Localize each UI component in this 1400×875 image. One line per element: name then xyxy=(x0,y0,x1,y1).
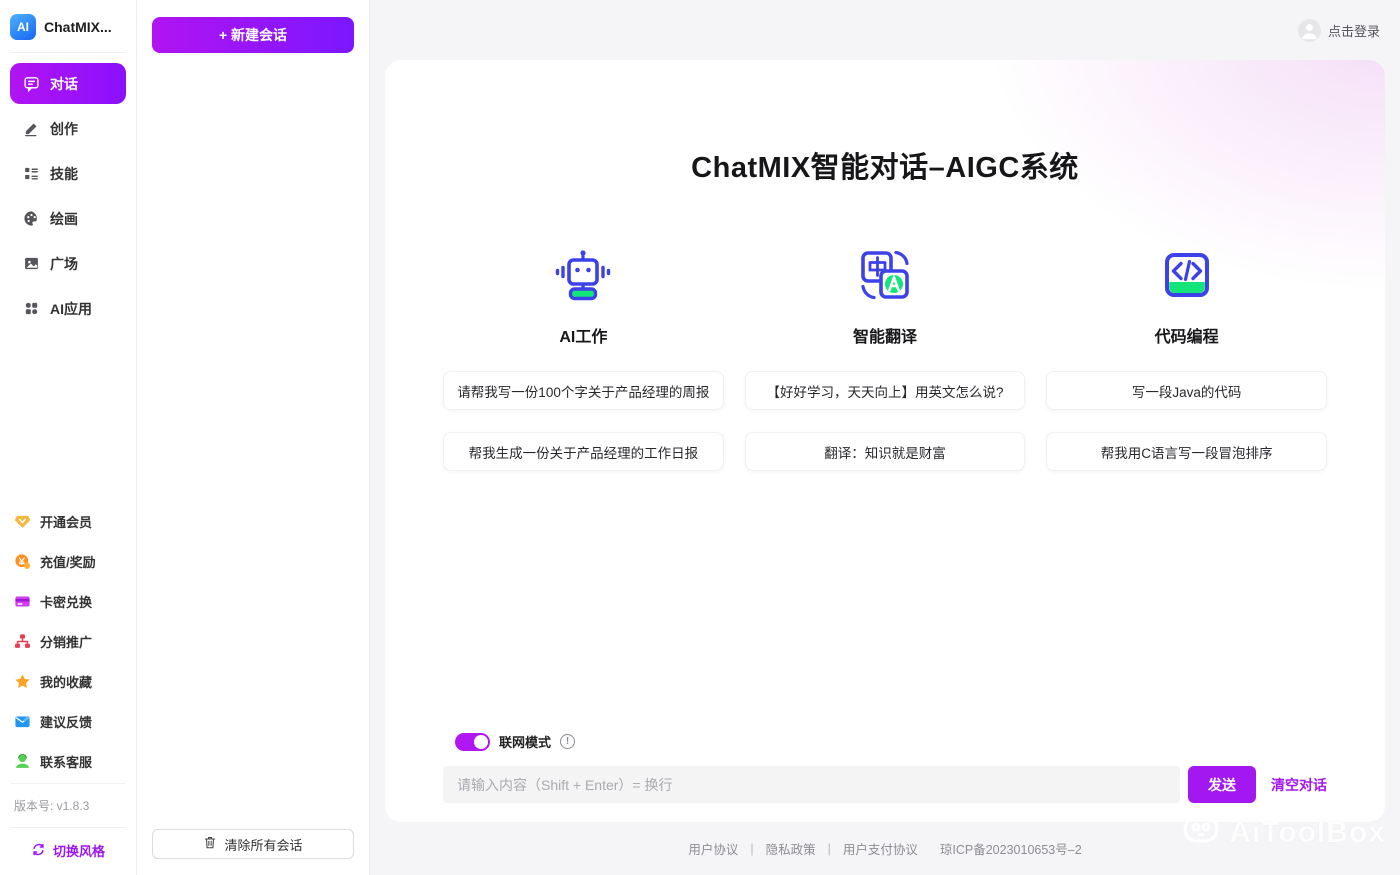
footer-link-user-agreement[interactable]: 用户协议 xyxy=(688,839,738,858)
send-button[interactable]: 发送 xyxy=(1188,766,1256,803)
gallery-icon xyxy=(22,255,40,273)
sidebar: AI ChatMIX... 对话 创作 技能 绘画 广场 AI应用 开通会员 充… xyxy=(0,0,137,875)
main-nav: 对话 创作 技能 绘画 广场 AI应用 xyxy=(0,53,136,339)
support-agent-icon xyxy=(14,753,31,770)
feature-ai-work: AI工作 请帮我写一份100个字关于产品经理的周报 帮我生成一份关于产品经理的工… xyxy=(443,248,724,493)
vip-diamond-icon xyxy=(14,513,31,530)
sidebar-item-card-redeem[interactable]: 卡密兑换 xyxy=(0,581,136,621)
secondary-nav: 开通会员 充值/奖励 卡密兑换 分销推广 我的收藏 建议反馈 联系客服 xyxy=(0,497,136,783)
main-area: 点击登录 ChatMIX智能对话–AIGC系统 AI工作 请帮我写一份100个字… xyxy=(370,0,1400,875)
page-title: ChatMIX智能对话–AIGC系统 xyxy=(691,152,1079,184)
sidebar-item-affiliate[interactable]: 分销推广 xyxy=(0,621,136,661)
network-mode-label: 联网模式 xyxy=(499,735,552,750)
sidebar-item-painting[interactable]: 绘画 xyxy=(10,198,126,239)
brand: AI ChatMIX... xyxy=(0,8,136,52)
sidebar-item-skills[interactable]: 技能 xyxy=(10,153,126,194)
suggestion-button[interactable]: 帮我生成一份关于产品经理的工作日报 xyxy=(443,432,724,471)
nav-label: AI应用 xyxy=(50,300,92,317)
suggestion-button[interactable]: 写一段Java的代码 xyxy=(1046,371,1327,410)
footer-separator: | xyxy=(827,841,831,856)
trash-icon xyxy=(203,835,217,853)
feature-label: 智能翻译 xyxy=(852,329,917,346)
suggestion-button[interactable]: 帮我用C语言写一段冒泡排序 xyxy=(1046,432,1327,471)
sidebar-item-favorites[interactable]: 我的收藏 xyxy=(0,661,136,701)
sidebar-item-membership[interactable]: 开通会员 xyxy=(0,501,136,541)
star-icon xyxy=(14,673,31,690)
version-label: 版本号: v1.8.3 xyxy=(14,799,90,813)
login-button[interactable]: 点击登录 xyxy=(1297,18,1380,42)
chat-welcome-card: ChatMIX智能对话–AIGC系统 AI工作 请帮我写一份100个字关于产品经… xyxy=(385,60,1385,822)
sec-label: 卡密兑换 xyxy=(40,594,93,610)
feature-code: 代码编程 写一段Java的代码 帮我用C语言写一段冒泡排序 xyxy=(1046,248,1327,493)
sidebar-item-recharge[interactable]: 充值/奖励 xyxy=(0,541,136,581)
sec-label: 分销推广 xyxy=(40,634,93,650)
affiliate-tree-icon xyxy=(14,633,31,650)
pencil-icon xyxy=(22,120,40,138)
footer-link-privacy-policy[interactable]: 隐私政策 xyxy=(766,839,816,858)
feature-translate: 智能翻译 【好好学习，天天向上】用英文怎么说? 翻译：知识就是财富 xyxy=(744,248,1026,493)
sec-label: 建议反馈 xyxy=(40,714,93,730)
nav-label: 绘画 xyxy=(50,210,78,227)
avatar-icon xyxy=(1297,18,1321,42)
topbar: 点击登录 xyxy=(370,0,1400,60)
clear-all-chats-button[interactable]: 清除所有会话 xyxy=(152,829,354,859)
clear-chat-button[interactable]: 清空对话 xyxy=(1271,775,1327,795)
app-name: ChatMIX... xyxy=(44,19,112,35)
sec-label: 我的收藏 xyxy=(40,674,93,690)
sidebar-item-ai-apps[interactable]: AI应用 xyxy=(10,288,126,329)
new-chat-button[interactable]: + 新建会话 xyxy=(152,17,354,53)
nav-label: 技能 xyxy=(50,165,78,182)
sidebar-item-feedback[interactable]: 建议反馈 xyxy=(0,701,136,741)
info-icon[interactable]: ! xyxy=(560,734,576,749)
composer: 联网模式 ! 发送 清空对话 xyxy=(443,732,1327,803)
palette-icon xyxy=(22,210,40,228)
skills-list-icon xyxy=(22,165,40,183)
toggle-knob xyxy=(474,734,488,749)
sec-label: 开通会员 xyxy=(40,514,93,530)
suggestion-button[interactable]: 请帮我写一份100个字关于产品经理的周报 xyxy=(443,371,724,410)
login-label: 点击登录 xyxy=(1327,23,1380,39)
feature-label: 代码编程 xyxy=(1154,329,1219,346)
style-switch-icon xyxy=(31,842,46,860)
sec-label: 充值/奖励 xyxy=(40,554,96,570)
input-row: 发送 清空对话 xyxy=(443,766,1327,803)
suggestion-button[interactable]: 【好好学习，天天向上】用英文怎么说? xyxy=(744,371,1026,410)
chat-icon xyxy=(22,75,40,93)
sidebar-item-create[interactable]: 创作 xyxy=(10,108,126,149)
clear-all-label: 清除所有会话 xyxy=(224,837,303,853)
chat-input[interactable] xyxy=(443,766,1180,803)
mail-icon xyxy=(14,713,31,730)
suggestion-button[interactable]: 翻译：知识就是财富 xyxy=(744,432,1026,471)
nav-label: 广场 xyxy=(50,255,78,272)
network-mode-toggle[interactable] xyxy=(455,732,490,751)
style-switch-button[interactable]: 切换风格 xyxy=(0,828,136,875)
page-footer: 用户协议 | 隐私政策 | 用户支付协议 琼ICP备2023010653号–2 xyxy=(370,822,1400,875)
sidebar-item-plaza[interactable]: 广场 xyxy=(10,243,126,284)
conversation-panel: + 新建会话 清除所有会话 xyxy=(137,0,370,875)
apps-grid-icon xyxy=(22,300,40,318)
feature-label: AI工作 xyxy=(559,329,608,346)
nav-label: 创作 xyxy=(50,120,78,137)
feature-columns: AI工作 请帮我写一份100个字关于产品经理的周报 帮我生成一份关于产品经理的工… xyxy=(443,248,1327,493)
footer-separator: | xyxy=(750,841,754,856)
code-icon xyxy=(1160,248,1214,302)
app-logo-icon: AI xyxy=(10,14,36,40)
network-mode-row: 联网模式 ! xyxy=(455,732,1327,751)
style-switch-label: 切换风格 xyxy=(52,844,105,859)
translate-icon xyxy=(858,248,912,302)
sidebar-item-support[interactable]: 联系客服 xyxy=(0,741,136,781)
nav-label: 对话 xyxy=(50,75,78,92)
footer-link-payment-agreement[interactable]: 用户支付协议 xyxy=(843,839,918,858)
robot-icon xyxy=(553,248,613,302)
card-icon xyxy=(14,593,31,610)
sec-label: 联系客服 xyxy=(40,754,93,770)
icp-number: 琼ICP备2023010653号–2 xyxy=(939,843,1082,857)
sidebar-item-chat[interactable]: 对话 xyxy=(10,63,126,104)
coin-icon xyxy=(14,553,31,570)
